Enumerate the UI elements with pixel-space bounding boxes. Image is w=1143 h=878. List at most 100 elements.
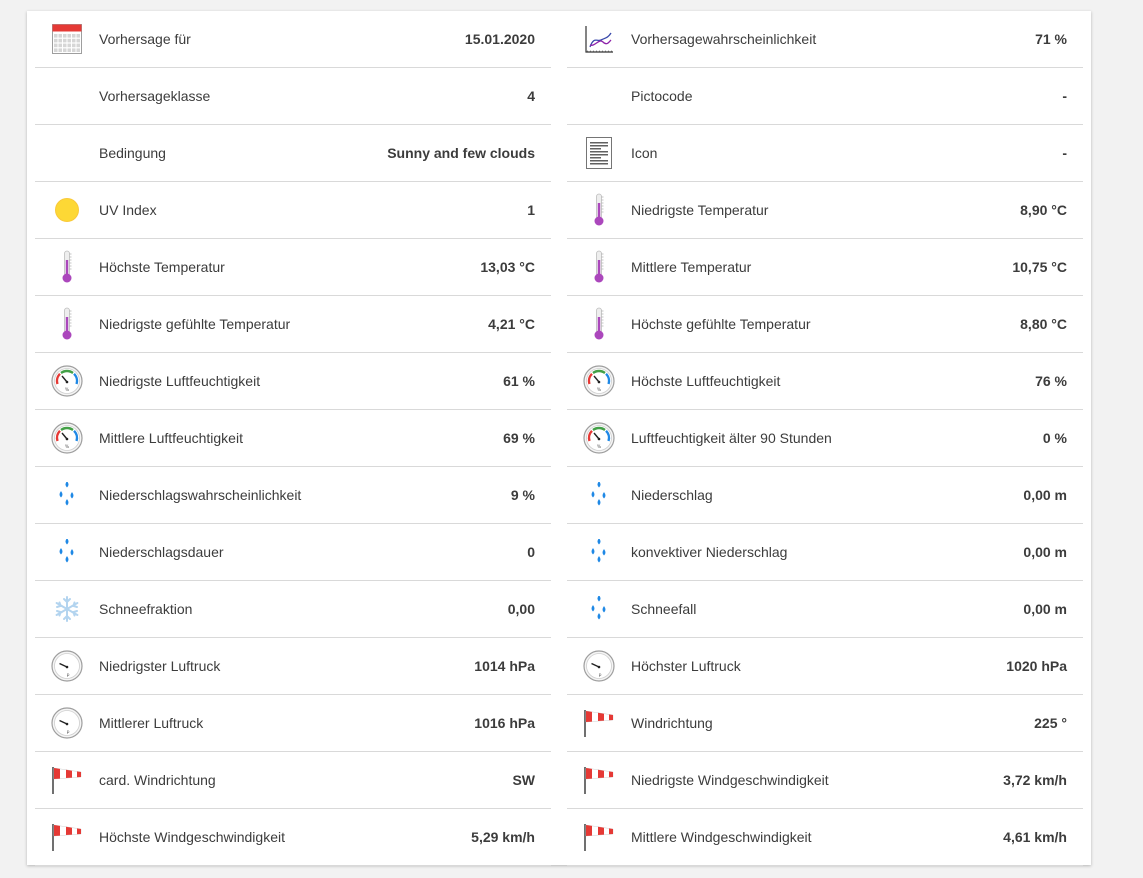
- svg-text:p: p: [67, 673, 70, 678]
- raindrops-icon: [35, 467, 99, 523]
- row-label: Pictocode: [631, 88, 693, 104]
- row-label: Vorhersagewahrscheinlichkeit: [631, 31, 817, 47]
- row-label: Luftfeuchtigkeit älter 90 Stunden: [631, 430, 832, 446]
- row-label: Niederschlagsdauer: [99, 544, 224, 560]
- barometer-icon: p: [35, 695, 99, 751]
- forecast-row: % Höchste Luftfeuchtigkeit 76 %: [567, 353, 1083, 410]
- forecast-row: Bedingung Sunny and few clouds: [35, 125, 551, 182]
- row-label: Vorhersageklasse: [99, 88, 211, 104]
- forecast-row: p Höchster Luftruck 1020 hPa: [567, 638, 1083, 695]
- row-value: Sunny and few clouds: [387, 145, 535, 161]
- row-label: Höchste Temperatur: [99, 259, 225, 275]
- forecast-row: konvektiver Niederschlag 0,00 m: [567, 524, 1083, 581]
- row-value: 0,00 m: [1023, 544, 1067, 560]
- windsock-icon: [35, 752, 99, 808]
- hygrometer-icon: %: [35, 353, 99, 409]
- forecast-row: % Mittlere Luftfeuchtigkeit 69 %: [35, 410, 551, 467]
- row-value: 61 %: [503, 373, 535, 389]
- forecast-row: Niederschlagswahrscheinlichkeit 9 %: [35, 467, 551, 524]
- row-label: Schneefall: [631, 601, 697, 617]
- svg-text:%: %: [65, 444, 70, 450]
- row-value: 1014 hPa: [474, 658, 535, 674]
- hygrometer-icon: %: [35, 410, 99, 466]
- svg-text:%: %: [597, 387, 602, 393]
- row-label: Höchste Luftfeuchtigkeit: [631, 373, 781, 389]
- row-value: 0 %: [1042, 430, 1067, 446]
- row-value: 71 %: [1035, 31, 1067, 47]
- row-value: 76 %: [1035, 373, 1067, 389]
- row-value: 15.01.2020: [464, 31, 535, 47]
- row-label: Höchste Windgeschwindigkeit: [99, 829, 285, 845]
- forecast-card: Vorhersage für 15.01.2020 Vorhersageklasse…: [27, 11, 1091, 866]
- calendar-icon: [35, 11, 99, 67]
- row-value: -: [1062, 145, 1067, 161]
- icon-placeholder: [567, 68, 631, 124]
- forecast-row: Niedrigste Temperatur 8,90 °C: [567, 182, 1083, 239]
- row-value: 1016 hPa: [474, 715, 535, 731]
- forecast-row: Schneefall 0,00 m: [567, 581, 1083, 638]
- hygrometer-icon: %: [567, 410, 631, 466]
- document-icon: [567, 125, 631, 181]
- forecast-row: Niedrigste gefühlte Temperatur 4,21 °C: [35, 296, 551, 353]
- forecast-row: % Luftfeuchtigkeit älter 90 Stunden 0 %: [567, 410, 1083, 467]
- forecast-row: Vorhersage für 15.01.2020: [35, 11, 551, 68]
- thermometer-icon: [567, 239, 631, 295]
- forecast-row: card. Windrichtung SW: [35, 752, 551, 809]
- row-label: Niedrigster Luftruck: [99, 658, 221, 674]
- row-value: 0,00: [507, 601, 535, 617]
- row-label: Mittlere Temperatur: [631, 259, 752, 275]
- barometer-icon: p: [35, 638, 99, 694]
- row-value: 13,03 °C: [480, 259, 535, 275]
- row-label: UV Index: [99, 202, 157, 218]
- forecast-row: Mittlere Windgeschwindigkeit 4,61 km/h: [567, 809, 1083, 866]
- windsock-icon: [567, 752, 631, 808]
- raindrops-icon: [567, 524, 631, 580]
- svg-text:%: %: [65, 387, 70, 393]
- row-value: 3,72 km/h: [1003, 772, 1067, 788]
- row-value: -: [1062, 88, 1067, 104]
- row-value: 0,00 m: [1023, 601, 1067, 617]
- icon-placeholder: [35, 68, 99, 124]
- forecast-column-right: Vorhersagewahrscheinlichkeit 71 % Pictocod…: [567, 11, 1083, 866]
- row-label: Bedingung: [99, 145, 166, 161]
- row-value: 9 %: [510, 487, 535, 503]
- row-label: Höchste gefühlte Temperatur: [631, 316, 811, 332]
- row-label: Icon: [631, 145, 658, 161]
- svg-text:%: %: [597, 444, 602, 450]
- row-label: Niedrigste Luftfeuchtigkeit: [99, 373, 261, 389]
- forecast-row: % Niedrigste Luftfeuchtigkeit 61 %: [35, 353, 551, 410]
- windsock-icon: [567, 809, 631, 865]
- row-label: Niedrigste Windgeschwindigkeit: [631, 772, 829, 788]
- forecast-row: Windrichtung 225 °: [567, 695, 1083, 752]
- row-value: 10,75 °C: [1012, 259, 1067, 275]
- raindrops-icon: [567, 467, 631, 523]
- row-label: card. Windrichtung: [99, 772, 216, 788]
- forecast-row: Niedrigste Windgeschwindigkeit 3,72 km/h: [567, 752, 1083, 809]
- row-value: 225 °: [1034, 715, 1067, 731]
- forecast-row: p Mittlerer Luftruck 1016 hPa: [35, 695, 551, 752]
- raindrops-icon: [567, 581, 631, 637]
- forecast-row: Höchste Windgeschwindigkeit 5,29 km/h: [35, 809, 551, 866]
- row-label: Mittlere Windgeschwindigkeit: [631, 829, 812, 845]
- row-label: Mittlere Luftfeuchtigkeit: [99, 430, 243, 446]
- row-label: Schneefraktion: [99, 601, 193, 617]
- row-label: Vorhersage für: [99, 31, 191, 47]
- forecast-row: Icon -: [567, 125, 1083, 182]
- forecast-row: Höchste Temperatur 13,03 °C: [35, 239, 551, 296]
- row-label: Niedrigste gefühlte Temperatur: [99, 316, 291, 332]
- forecast-row: Vorhersagewahrscheinlichkeit 71 %: [567, 11, 1083, 68]
- forecast-row: Schneefraktion 0,00: [35, 581, 551, 638]
- barometer-icon: p: [567, 638, 631, 694]
- windsock-icon: [35, 809, 99, 865]
- forecast-row: Vorhersageklasse 4: [35, 68, 551, 125]
- row-value: 5,29 km/h: [471, 829, 535, 845]
- row-label: Windrichtung: [631, 715, 713, 731]
- row-value: 1: [527, 202, 535, 218]
- forecast-row: Mittlere Temperatur 10,75 °C: [567, 239, 1083, 296]
- row-value: 1020 hPa: [1006, 658, 1067, 674]
- row-label: Niederschlagswahrscheinlichkeit: [99, 487, 302, 503]
- snowflake-icon: [35, 581, 99, 637]
- icon-placeholder: [35, 125, 99, 181]
- row-label: Mittlerer Luftruck: [99, 715, 204, 731]
- row-value: 4,21 °C: [488, 316, 535, 332]
